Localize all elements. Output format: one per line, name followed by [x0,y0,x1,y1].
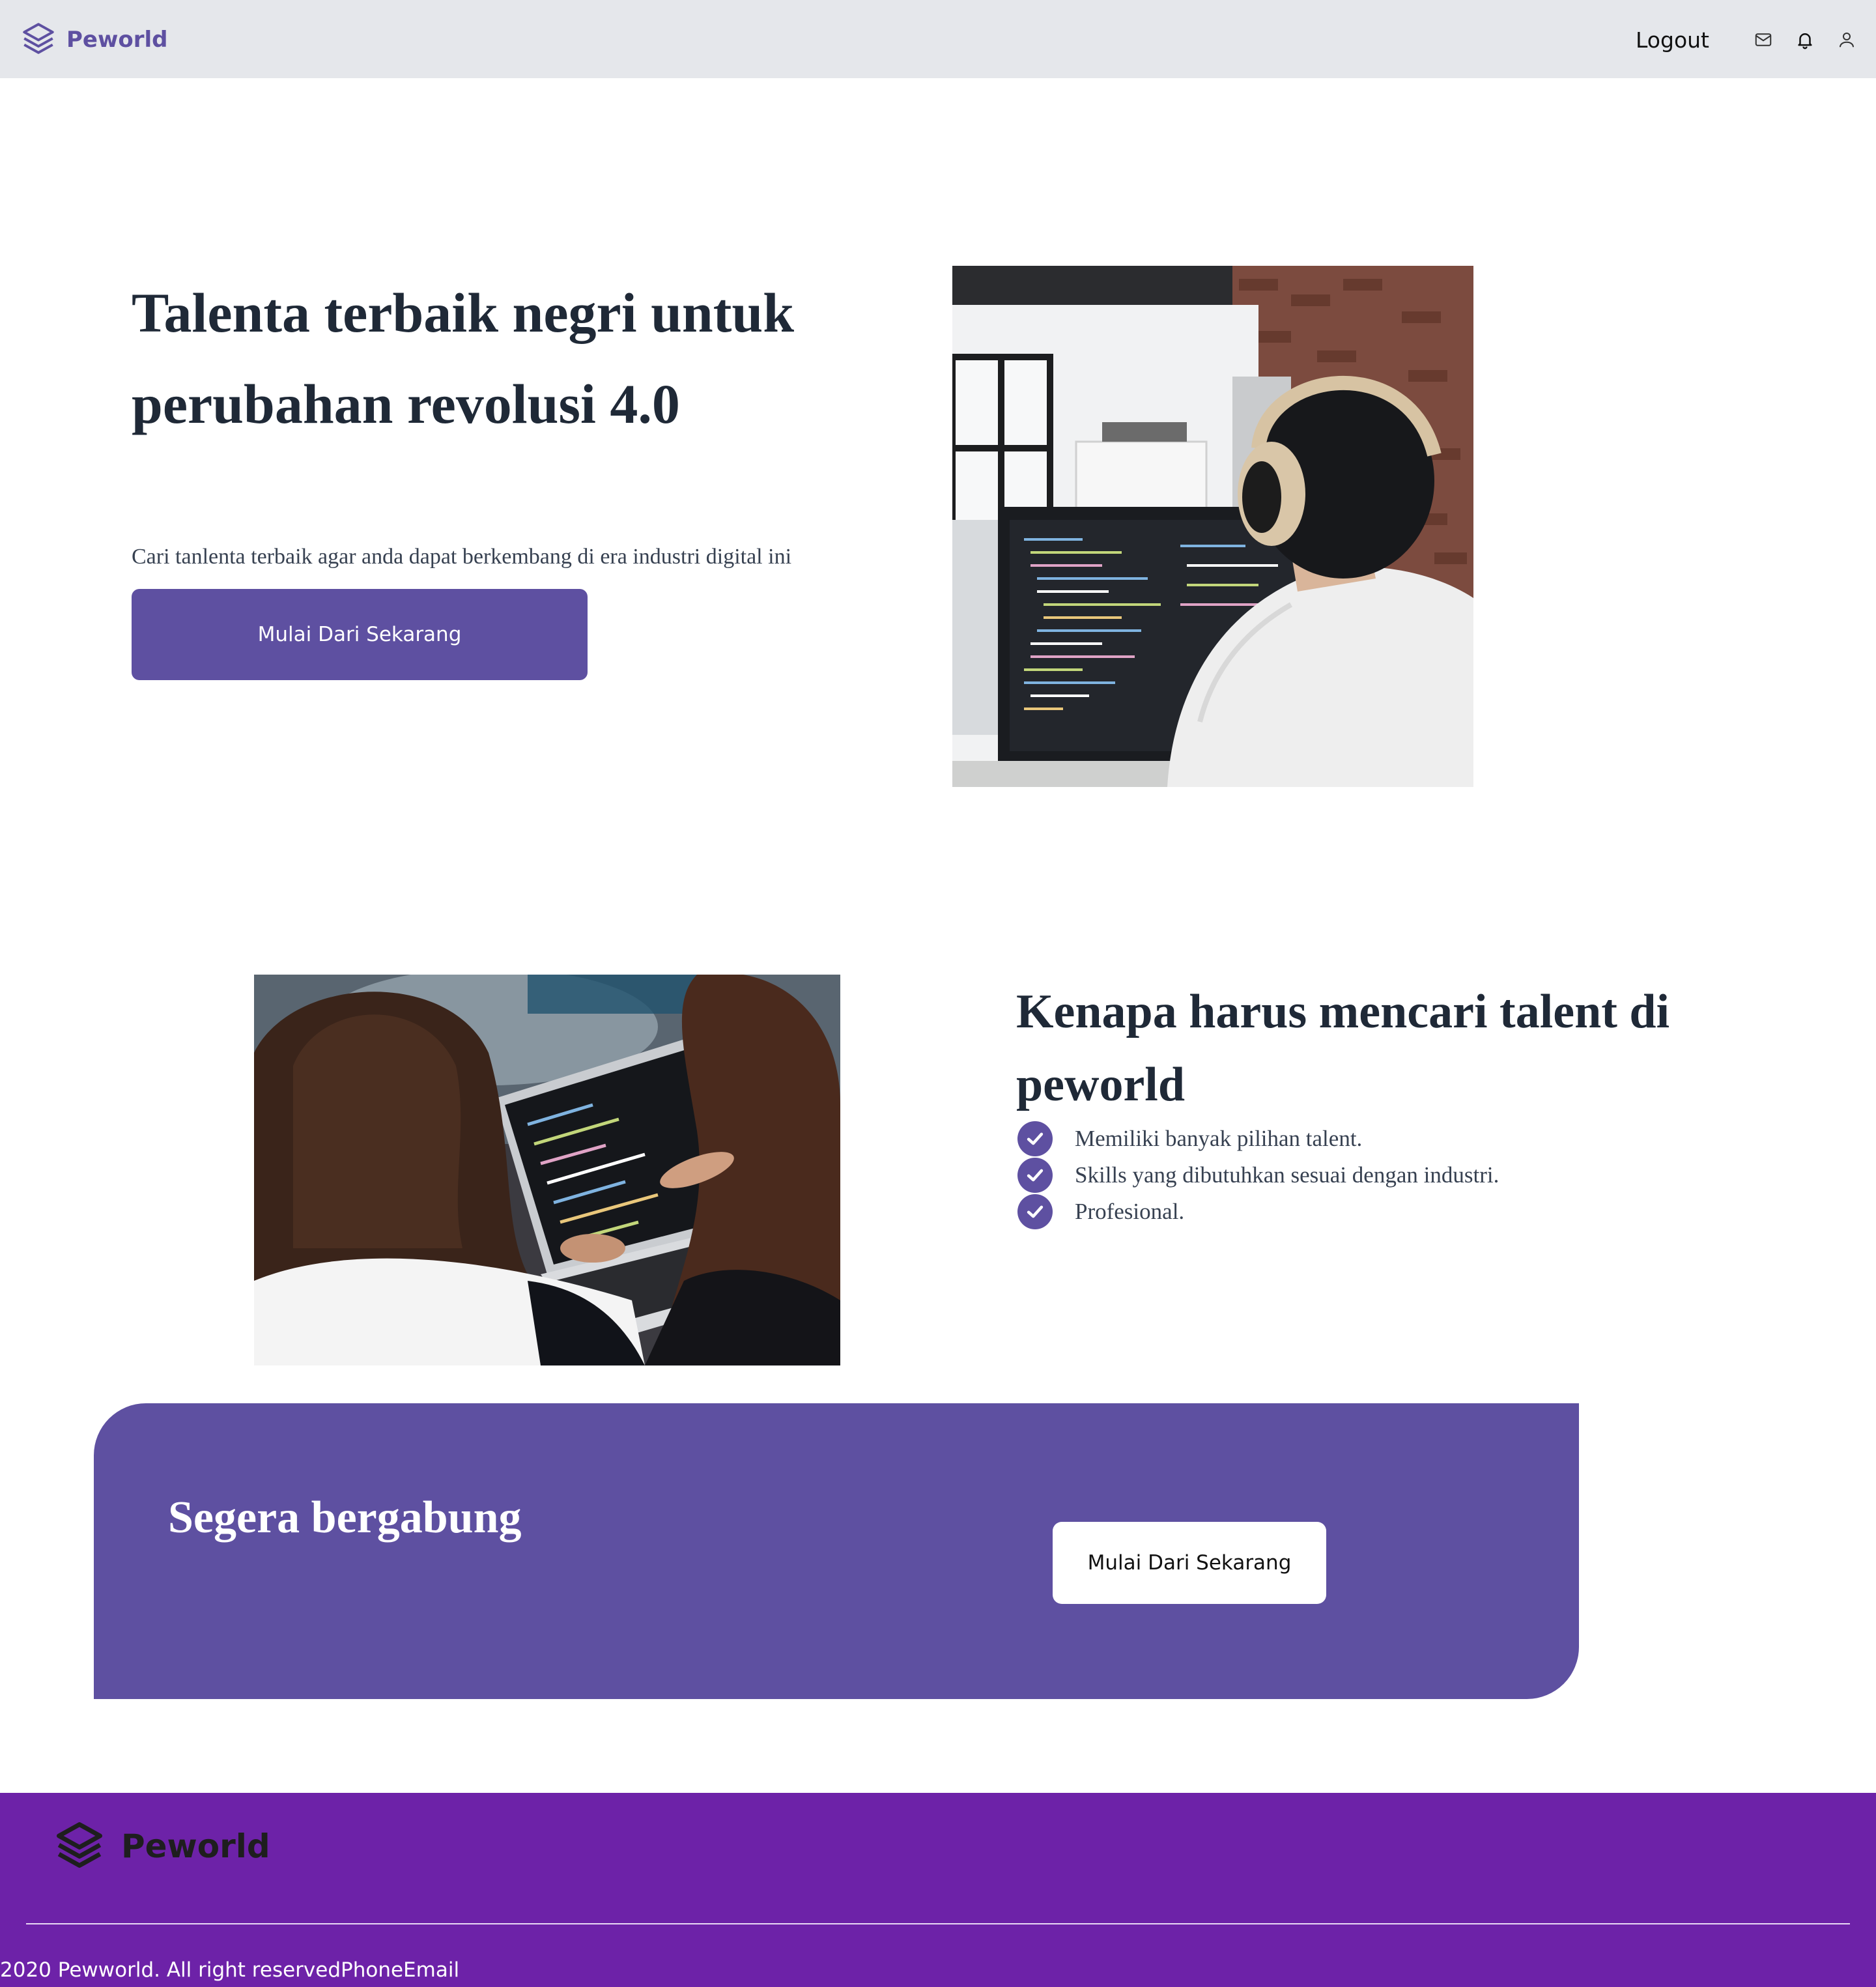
layers-logo-icon [20,20,57,61]
section-image-women-laptop [254,975,840,1365]
copyright-text: 2020 Pewworld. All right reserved [0,1958,341,1982]
hero-subtitle: Cari tanlenta terbaik agar anda dapat be… [132,545,792,569]
why-item-text: Memiliki banyak pilihan talent. [1075,1126,1363,1151]
cta-banner: Segera bergabung Mulai Dari Sekarang [94,1403,1579,1699]
hero-title: Talenta terbaik negri untuk perubahan re… [132,281,795,435]
mail-icon[interactable] [1754,30,1773,50]
navbar: Peworld Logout [0,0,1876,78]
hero-start-button[interactable]: Mulai Dari Sekarang [132,589,588,680]
footer-divider [26,1923,1850,1924]
check-circle-icon [1017,1121,1053,1156]
footer: Peworld 2020 Pewworld. All right reserve… [0,1793,1876,1987]
footer-bottom: 2020 Pewworld. All right reservedPhoneEm… [0,1958,459,1982]
brand-logo[interactable]: Peworld [20,20,168,60]
hero-image-developer-headphones [952,266,1473,787]
list-item: Profesional. [1017,1194,1499,1230]
check-circle-icon [1017,1194,1053,1229]
footer-brand[interactable]: Peworld [52,1819,270,1874]
check-circle-icon [1017,1158,1053,1193]
why-list: Memiliki banyak pilihan talent. Skills y… [1017,1121,1499,1230]
list-item: Memiliki banyak pilihan talent. [1017,1121,1499,1157]
cta-title: Segera bergabung [168,1493,522,1543]
footer-brand-name: Peworld [121,1827,270,1865]
nav-actions: Logout [1636,20,1856,60]
why-item-text: Profesional. [1075,1199,1185,1224]
bell-icon[interactable] [1795,30,1815,50]
why-title: Kenapa harus mencari talent di peworld [1016,985,1670,1111]
cta-start-button[interactable]: Mulai Dari Sekarang [1053,1522,1326,1604]
email-link[interactable]: Email [403,1958,459,1982]
list-item: Skills yang dibutuhkan sesuai dengan ind… [1017,1157,1499,1194]
layers-logo-icon [52,1818,107,1876]
why-item-text: Skills yang dibutuhkan sesuai dengan ind… [1075,1162,1499,1188]
user-icon[interactable] [1837,30,1856,50]
phone-link[interactable]: Phone [341,1958,403,1982]
brand-name: Peworld [66,27,168,53]
logout-link[interactable]: Logout [1636,27,1709,53]
